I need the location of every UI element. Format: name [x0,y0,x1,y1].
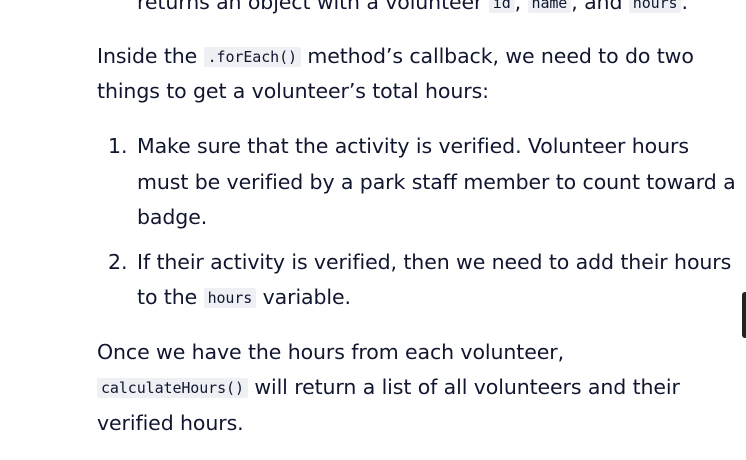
list-item-1-number: 1. [108,134,128,158]
list-item-2-number: 2. [108,250,128,274]
partial-top-line: returns an object with a volunteer id, n… [137,0,688,22]
list-item-2-line2: to the hours variable. [137,279,351,317]
list-item-1-line2: must be verified by a park staff member … [137,170,736,194]
list-item-1-line3: badge. [137,205,208,229]
para1-text-before: Inside the [97,44,198,68]
para1-line2: things to get a volunteer’s total hours: [97,79,489,103]
code-calculatehours: calculateHours() [97,378,248,398]
list-item-2-text-before: to the [137,285,198,309]
code-hours-top: hours [628,0,682,13]
top-line-sep1: , [514,0,522,14]
para2-text-after: will return a list of all volunteers and… [254,375,680,399]
top-line-sep2: , and [571,0,623,14]
para2-line1: Once we have the hours from each volunte… [97,340,564,364]
para2-line3: verified hours. [97,411,244,435]
code-foreach: .forEach() [203,47,301,67]
code-id: id [488,0,515,13]
code-hours: hours [203,288,257,308]
list-item-1-line1: Make sure that the activity is verified.… [137,134,689,158]
top-line-text: returns an object with a volunteer [137,0,483,14]
para1-line1: Inside the .forEach() method’s callback,… [97,38,694,76]
code-name: name [527,0,572,13]
list-item-2-line1: If their activity is verified, then we n… [137,250,732,274]
scrollbar-handle[interactable] [742,292,746,338]
para2-line2: calculateHours() will return a list of a… [97,369,680,407]
top-line-end: . [681,0,688,14]
para1-text-after: method’s callback, we need to do two [307,44,694,68]
list-item-2-text-after: variable. [262,285,351,309]
